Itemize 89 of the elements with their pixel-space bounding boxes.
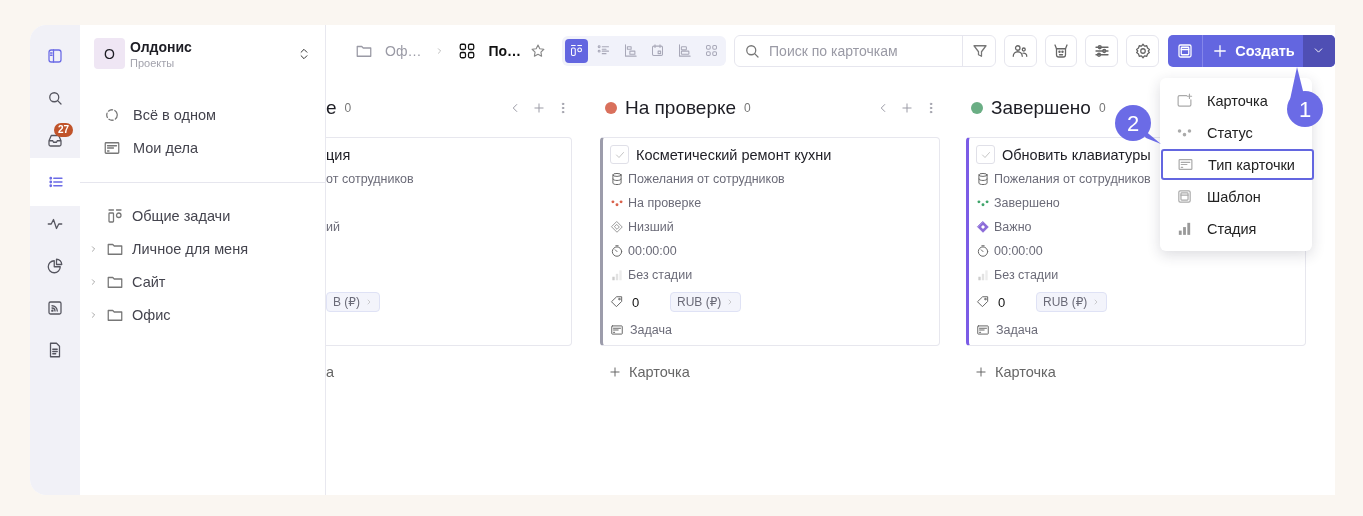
- checkbox[interactable]: [610, 145, 629, 164]
- star-icon[interactable]: [530, 42, 547, 59]
- card-count: 0: [1098, 101, 1106, 115]
- amount: 0: [998, 294, 1007, 310]
- column-title: На проверке: [625, 97, 737, 119]
- field-value: На проверке: [628, 196, 702, 210]
- task-card[interactable]: Косметический ремонт кухни Пожелания от сотрудников На проверке Низший 00:00:00 Без стадии 0 RUB (₽) Задача: [600, 137, 940, 346]
- field-value: Без стадии: [628, 268, 693, 282]
- column-title: е: [326, 97, 337, 119]
- menu-item[interactable]: Шаблон: [1160, 181, 1284, 212]
- card-count: 0: [344, 101, 352, 115]
- card-type-icon: [1177, 156, 1194, 173]
- field-value: 00:00:00: [628, 244, 677, 258]
- tree-item[interactable]: Личное для меня: [89, 232, 325, 265]
- search-field[interactable]: Поиск по карточкам: [734, 34, 996, 67]
- grid-icon: [458, 41, 477, 60]
- field-value: Низший: [628, 220, 674, 234]
- workspace-avatar: О: [94, 38, 125, 69]
- currency-chip[interactable]: RUB (₽): [1036, 292, 1108, 312]
- database-icon: [610, 172, 624, 186]
- card-add-icon: [1176, 92, 1193, 109]
- field-value: Важно: [994, 220, 1032, 234]
- plus-icon[interactable]: [900, 101, 914, 115]
- sliders-button[interactable]: [1085, 34, 1119, 67]
- plus-icon: [608, 365, 622, 379]
- database-icon: [976, 172, 990, 186]
- card-type-icon: [976, 323, 990, 337]
- add-card-button[interactable]: Карточка: [600, 355, 940, 389]
- field-value: Без стадии: [994, 268, 1059, 282]
- add-card-button[interactable]: а: [326, 355, 572, 389]
- bar-chart-icon: [1176, 220, 1193, 237]
- sidebar-item[interactable]: Мои дела: [103, 131, 325, 164]
- amount: 0: [632, 294, 641, 310]
- breadcrumb-link[interactable]: По…: [458, 41, 522, 60]
- signal-bars-icon: [610, 268, 624, 282]
- checkbox[interactable]: [976, 145, 995, 164]
- grid-icon: [704, 43, 720, 58]
- plus-icon[interactable]: [532, 101, 546, 115]
- card-type: Задача: [996, 323, 1038, 337]
- tag-icon: [610, 295, 624, 309]
- menu-item[interactable]: Карточка: [1160, 85, 1284, 116]
- count-badge: 27: [54, 123, 74, 137]
- task-card[interactable]: ция от сотрудников ий B (₽): [326, 137, 572, 346]
- tag-icon: [976, 295, 990, 309]
- settings-icon: [1133, 41, 1152, 60]
- menu-item[interactable]: Тип карточки: [1161, 149, 1314, 180]
- field-value: 00:00:00: [994, 244, 1043, 258]
- add-card-button[interactable]: Карточка: [966, 355, 1306, 389]
- sidebar-item[interactable]: Всё в одном: [103, 98, 325, 131]
- bot-button[interactable]: [1044, 34, 1078, 67]
- settings-button[interactable]: [1126, 34, 1160, 67]
- tree-item[interactable]: Сайт: [89, 265, 325, 298]
- field-value: от сотрудников: [326, 172, 414, 186]
- plus-icon: [974, 365, 988, 379]
- view-tab[interactable]: [565, 38, 589, 63]
- board-icon: [106, 206, 124, 225]
- workspace-subtitle: Проекты: [130, 56, 176, 69]
- card-title: Обновить клавиатуры: [1002, 146, 1151, 163]
- feed-icon: [46, 299, 64, 317]
- gantt-icon: [623, 43, 639, 58]
- tree-item[interactable]: Общие задачи: [89, 199, 325, 232]
- card-count: 0: [744, 101, 751, 115]
- timer-icon: [610, 244, 624, 258]
- currency-chip[interactable]: B (₽): [326, 292, 380, 312]
- field-value: Пожелания от сотрудников: [994, 172, 1151, 186]
- field-value: Завершено: [994, 196, 1060, 210]
- calendar-icon: [650, 43, 666, 58]
- template-icon: [1176, 41, 1195, 60]
- panel-icon: [46, 47, 64, 65]
- field-value: Пожелания от сотрудников: [628, 172, 785, 186]
- signal-bars-icon: [976, 268, 990, 282]
- card-title: Косметический ремонт кухни: [636, 146, 832, 163]
- tree-item[interactable]: Офис: [89, 298, 325, 331]
- template-icon: [1176, 188, 1193, 205]
- timer-icon: [976, 244, 990, 258]
- card-title: ция: [326, 146, 351, 163]
- column-title: Завершено: [991, 97, 1091, 119]
- search-icon: [46, 89, 64, 107]
- menu-item[interactable]: Стадия: [1160, 213, 1284, 244]
- dropdown-button[interactable]: [1302, 34, 1335, 67]
- card-type-icon: [610, 323, 624, 337]
- field-value: ий: [326, 220, 340, 234]
- timeline-icon: [677, 43, 693, 58]
- card-type: Задача: [630, 323, 672, 337]
- workspace-name: Олдонис: [130, 38, 193, 55]
- kanban-icon: [569, 43, 585, 58]
- people-button[interactable]: [1003, 34, 1037, 67]
- currency-chip[interactable]: RUB (₽): [670, 292, 742, 312]
- pie-chart-icon: [46, 257, 64, 275]
